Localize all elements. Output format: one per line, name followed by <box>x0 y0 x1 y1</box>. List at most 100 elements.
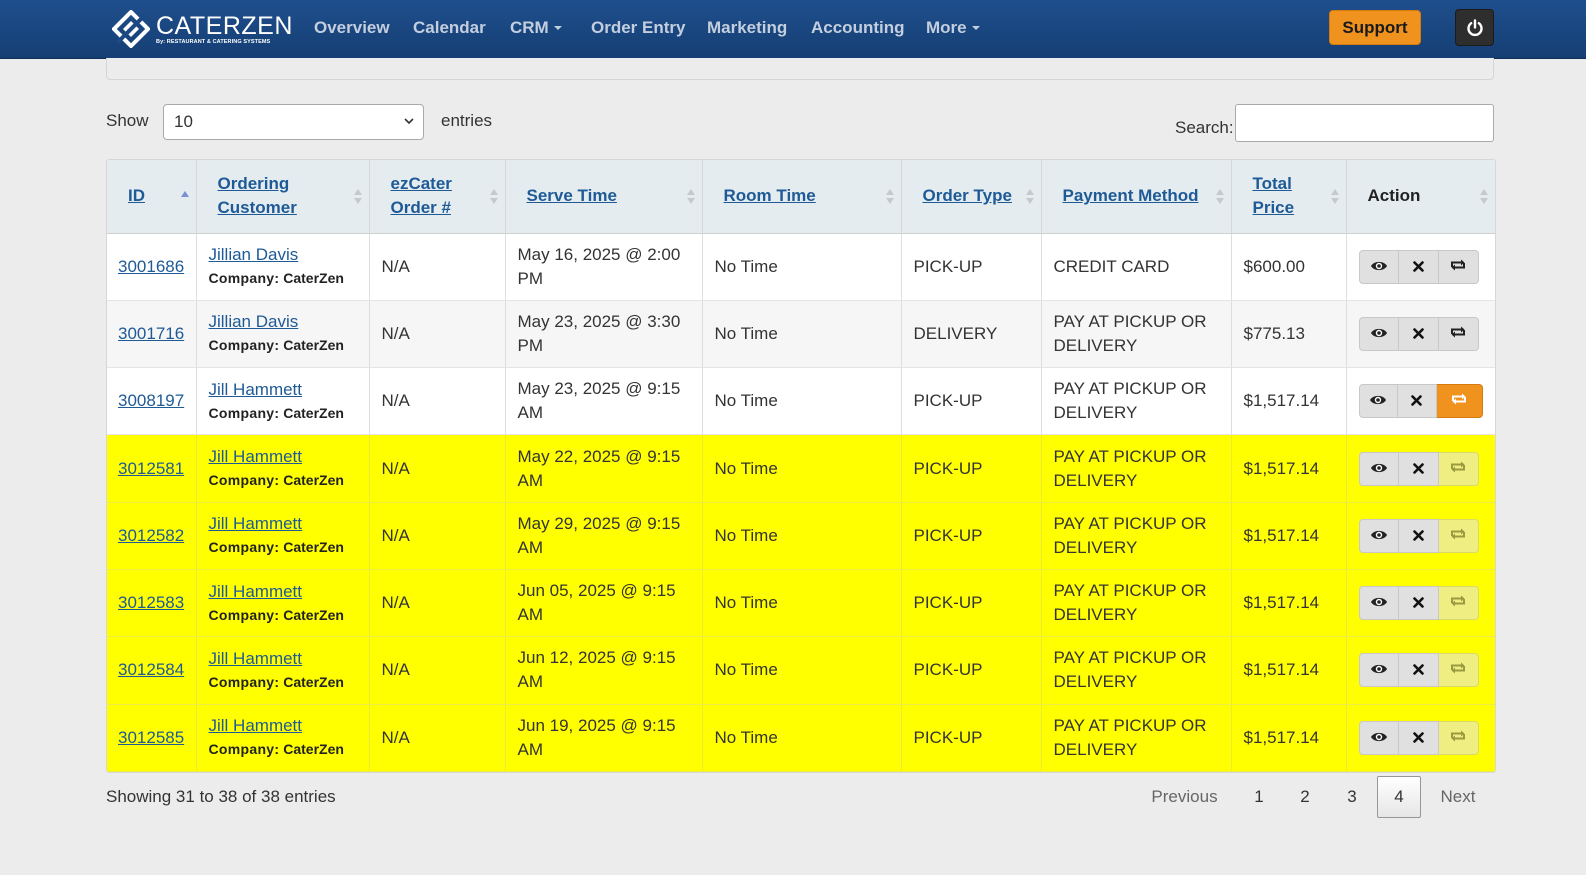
customer-link[interactable]: Jill Hammett <box>209 445 357 468</box>
nav-more[interactable]: More <box>926 18 980 38</box>
pagination-page-1[interactable]: 1 <box>1240 776 1278 818</box>
order-id-link[interactable]: 3012585 <box>118 728 184 747</box>
col-header-serve-time[interactable]: Serve Time <box>505 160 703 234</box>
cell-actions <box>1346 434 1495 503</box>
customer-link[interactable]: Jill Hammett <box>209 647 357 670</box>
view-button[interactable] <box>1358 384 1398 419</box>
table-row: 3001716 Jillian Davis Company: CaterZen N/A… <box>107 300 1495 369</box>
order-id-link[interactable]: 3012583 <box>118 593 184 612</box>
customer-link[interactable]: Jill Hammett <box>209 512 357 535</box>
cell-payment-method: PAY AT PICKUP OR DELIVERY <box>1041 300 1232 369</box>
pagination-previous[interactable]: Previous <box>1140 776 1229 818</box>
view-button[interactable] <box>1358 653 1399 688</box>
col-header-ezcater-label[interactable]: ezCater Order # <box>391 174 452 217</box>
order-id-link[interactable]: 3012584 <box>118 660 184 679</box>
col-header-order-type-label[interactable]: Order Type <box>923 186 1012 205</box>
view-button[interactable] <box>1358 316 1399 351</box>
recurring-button[interactable] <box>1438 653 1479 688</box>
cell-order-type: PICK-UP <box>901 233 1042 301</box>
nav-crm-label: CRM <box>510 18 549 37</box>
col-header-order-type[interactable]: Order Type <box>901 160 1042 234</box>
pagination-page-2[interactable]: 2 <box>1286 776 1324 818</box>
customer-link[interactable]: Jill Hammett <box>209 714 357 737</box>
logo-tagline: By: RESTAURANT & CATERING SYSTEMS <box>156 38 271 45</box>
table-row: 3012582 Jill Hammett Company: CaterZen N/A M… <box>107 502 1495 570</box>
pagination-next[interactable]: Next <box>1426 776 1490 818</box>
recurring-button[interactable] <box>1438 451 1479 486</box>
pagination-page-4-current[interactable]: 4 <box>1377 776 1421 818</box>
cancel-order-button[interactable] <box>1398 653 1439 688</box>
cell-room-time: No Time <box>702 569 902 638</box>
cancel-order-button[interactable] <box>1397 384 1437 419</box>
col-header-id[interactable]: ID <box>107 160 197 234</box>
order-id-link[interactable]: 3001716 <box>118 324 184 343</box>
col-header-id-label[interactable]: ID <box>128 186 145 205</box>
nav-accounting[interactable]: Accounting <box>811 18 905 38</box>
nav-marketing[interactable]: Marketing <box>707 18 787 38</box>
cancel-order-button[interactable] <box>1398 720 1439 755</box>
order-id-link[interactable]: 3008197 <box>118 391 184 410</box>
cell-id: 3012581 <box>107 434 197 503</box>
view-button[interactable] <box>1358 518 1399 553</box>
company-name: CaterZen <box>283 404 344 421</box>
cell-actions <box>1346 569 1495 638</box>
support-button[interactable]: Support <box>1329 10 1421 45</box>
col-header-ezcater[interactable]: ezCater Order # <box>369 160 506 234</box>
customer-link[interactable]: Jill Hammett <box>209 378 357 401</box>
cell-customer: Jill Hammett Company: CaterZen <box>196 636 370 705</box>
customer-link[interactable]: Jillian Davis <box>209 243 357 266</box>
order-id-link[interactable]: 3001686 <box>118 257 184 276</box>
cell-room-time: No Time <box>702 300 902 369</box>
table-row: 3012583 Jill Hammett Company: CaterZen N/A J… <box>107 569 1495 638</box>
customer-link[interactable]: Jillian Davis <box>209 310 357 333</box>
cancel-order-button[interactable] <box>1398 518 1439 553</box>
nav-overview[interactable]: Overview <box>314 18 390 38</box>
cancel-order-button[interactable] <box>1398 316 1439 351</box>
cell-ezcater: N/A <box>369 569 506 638</box>
sort-ascending-icon <box>180 189 189 205</box>
col-header-room-time-label[interactable]: Room Time <box>724 186 816 205</box>
company-line: Company: CaterZen <box>209 401 357 425</box>
eye-icon <box>1370 726 1388 750</box>
power-icon <box>1466 18 1483 36</box>
caterzen-logo[interactable]: CATERZEN By: RESTAURANT & CATERING SYSTE… <box>111 9 293 49</box>
col-header-action[interactable]: Action <box>1346 160 1495 234</box>
view-button[interactable] <box>1358 249 1399 284</box>
col-header-payment[interactable]: Payment Method <box>1041 160 1232 234</box>
col-header-total[interactable]: Total Price <box>1231 160 1347 234</box>
search-input[interactable] <box>1235 104 1494 142</box>
col-header-total-label[interactable]: Total Price <box>1253 174 1295 217</box>
cancel-order-button[interactable] <box>1398 586 1439 621</box>
col-header-payment-label[interactable]: Payment Method <box>1063 186 1199 205</box>
nav-calendar[interactable]: Calendar <box>413 18 486 38</box>
order-id-link[interactable]: 3012582 <box>118 526 184 545</box>
cell-ezcater: N/A <box>369 300 506 369</box>
company-name: CaterZen <box>283 673 344 690</box>
order-id-link[interactable]: 3012581 <box>118 459 184 478</box>
recurring-button[interactable] <box>1438 586 1479 621</box>
col-header-customer[interactable]: Ordering Customer <box>196 160 370 234</box>
recurring-button[interactable] <box>1438 316 1479 351</box>
recurring-button[interactable] <box>1436 384 1483 419</box>
col-header-customer-label[interactable]: Ordering Customer <box>218 174 297 217</box>
recurring-button[interactable] <box>1438 249 1479 284</box>
entries-per-page-select[interactable]: 10 <box>163 104 424 140</box>
col-header-room-time[interactable]: Room Time <box>702 160 902 234</box>
view-button[interactable] <box>1358 586 1399 621</box>
col-header-serve-time-label[interactable]: Serve Time <box>527 186 617 205</box>
recurring-button[interactable] <box>1438 518 1479 553</box>
view-button[interactable] <box>1358 720 1399 755</box>
cell-actions <box>1346 636 1495 705</box>
nav-order-entry[interactable]: Order Entry <box>591 18 685 38</box>
view-button[interactable] <box>1358 451 1399 486</box>
cancel-order-button[interactable] <box>1398 249 1439 284</box>
logout-button[interactable] <box>1455 9 1494 46</box>
cell-customer: Jillian Davis Company: CaterZen <box>196 233 370 301</box>
cancel-order-button[interactable] <box>1398 451 1439 486</box>
cell-actions <box>1346 233 1495 301</box>
pagination-page-3[interactable]: 3 <box>1333 776 1371 818</box>
customer-link[interactable]: Jill Hammett <box>209 580 357 603</box>
recurring-button[interactable] <box>1438 720 1479 755</box>
nav-crm[interactable]: CRM <box>510 18 562 38</box>
close-icon <box>1412 255 1424 279</box>
